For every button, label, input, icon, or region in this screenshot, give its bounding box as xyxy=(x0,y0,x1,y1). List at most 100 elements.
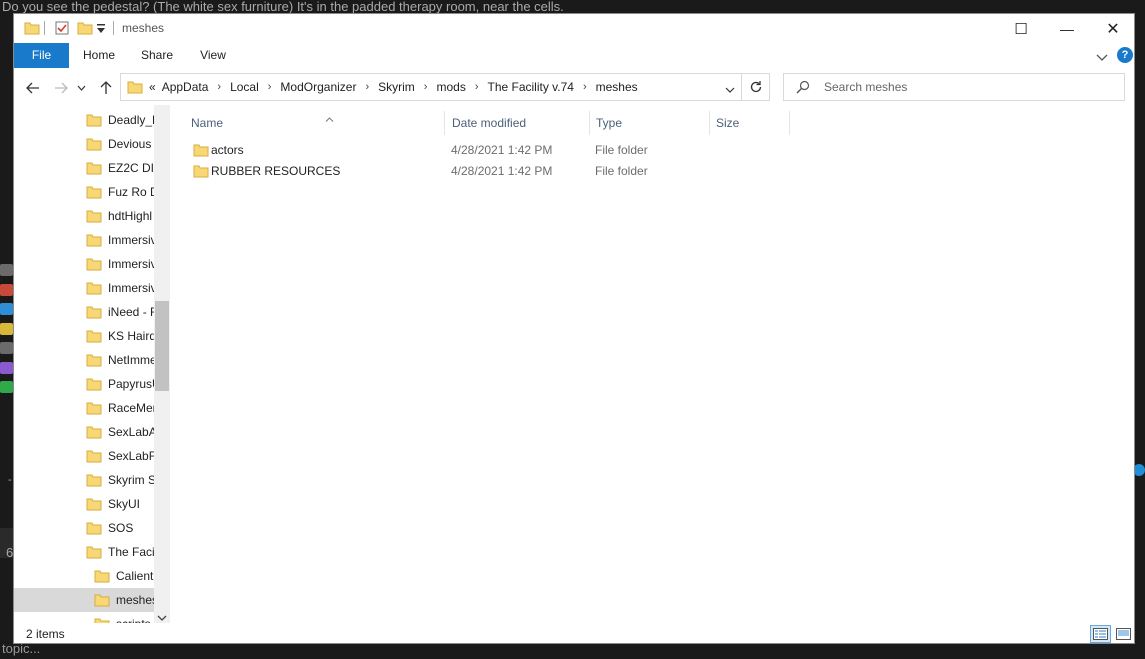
folder-icon xyxy=(86,544,102,560)
nav-folder-item[interactable]: The Facil xyxy=(14,540,154,564)
folder-icon xyxy=(86,400,102,416)
arrow-left-icon[interactable] xyxy=(22,76,44,100)
nav-folder-item[interactable]: SexLabA xyxy=(14,420,154,444)
nav-folder-item[interactable]: scripts xyxy=(14,612,154,623)
column-divider[interactable] xyxy=(444,111,445,135)
help-icon[interactable]: ? xyxy=(1117,47,1133,63)
column-header-type[interactable]: Type xyxy=(596,111,622,135)
nav-folder-label: SexLabA xyxy=(108,425,154,439)
breadcrumb-separator-icon[interactable]: › xyxy=(217,81,221,93)
file-row[interactable]: actors 4/28/2021 1:42 PM File folder xyxy=(193,140,793,161)
folder-icon xyxy=(86,328,102,344)
nav-folder-item[interactable]: Skyrim S xyxy=(14,468,154,492)
folder-icon xyxy=(94,592,110,608)
nav-folder-item[interactable]: SkyUI xyxy=(14,492,154,516)
details-view-button[interactable] xyxy=(1090,625,1111,643)
refresh-icon xyxy=(750,81,761,93)
background-avatar-icon xyxy=(0,303,13,315)
chevron-down-icon[interactable] xyxy=(725,83,735,97)
file-explorer-window: meshes — ✕ ☐ File Home Share View ? « Ap… xyxy=(13,13,1135,644)
breadcrumb-separator-icon[interactable]: › xyxy=(583,81,587,93)
maximize-button[interactable]: ☐ xyxy=(998,14,1044,43)
background-avatar-icon xyxy=(0,381,13,393)
column-header-name[interactable]: Name xyxy=(191,111,223,135)
nav-folder-item[interactable]: Fuz Ro D xyxy=(14,180,154,204)
properties-icon[interactable] xyxy=(54,20,70,41)
scrollbar-thumb[interactable] xyxy=(155,301,169,391)
nav-folder-item[interactable]: Devious xyxy=(14,132,154,156)
file-row[interactable]: RUBBER RESOURCES 4/28/2021 1:42 PM File fo… xyxy=(193,161,793,182)
folder-icon xyxy=(94,568,110,584)
large-icons-view-button[interactable] xyxy=(1113,625,1134,643)
arrow-up-icon[interactable] xyxy=(95,76,117,100)
breadcrumb-item[interactable]: Skyrim xyxy=(378,80,415,94)
search-icon xyxy=(796,80,810,94)
nav-folder-item[interactable]: Immersiv xyxy=(14,276,154,300)
breadcrumb-item[interactable]: meshes xyxy=(596,80,638,94)
breadcrumb-item[interactable]: mods xyxy=(436,80,465,94)
navigation-pane: Deadly_D Devious EZ2C DIA Fuz Ro D hdtHighl I… xyxy=(14,105,170,623)
address-bar[interactable]: « AppData › Local › ModOrganizer › Skyrim › mods… xyxy=(120,73,742,101)
sort-ascending-icon xyxy=(325,109,334,127)
nav-folder-item[interactable]: KS Hairdo xyxy=(14,324,154,348)
tab-share[interactable]: Share xyxy=(132,43,182,68)
breadcrumb-item[interactable]: Local xyxy=(230,80,259,94)
folder-icon xyxy=(86,424,102,440)
breadcrumb-separator-icon[interactable]: › xyxy=(475,81,479,93)
recent-locations-icon[interactable] xyxy=(74,76,88,100)
folder-icon xyxy=(86,376,102,392)
nav-folder-item[interactable]: iNeed - F xyxy=(14,300,154,324)
column-divider[interactable] xyxy=(709,111,710,135)
breadcrumb-item[interactable]: ModOrganizer xyxy=(280,80,356,94)
file-name: actors xyxy=(211,143,244,157)
new-folder-icon[interactable] xyxy=(77,20,93,41)
nav-folder-item[interactable]: Calient xyxy=(14,564,154,588)
folder-icon xyxy=(86,496,102,512)
nav-folder-item[interactable]: Immersiv xyxy=(14,228,154,252)
file-type: File folder xyxy=(595,164,648,178)
scroll-down-icon[interactable] xyxy=(157,615,167,622)
nav-folder-label: EZ2C DIA xyxy=(108,161,154,175)
nav-folder-item[interactable]: NetImme xyxy=(14,348,154,372)
nav-folder-label: Skyrim S xyxy=(108,473,154,487)
folder-icon xyxy=(86,352,102,368)
nav-folder-item[interactable]: meshes xyxy=(14,588,154,612)
nav-folder-label: KS Hairdo xyxy=(108,329,154,343)
background-avatar-icon xyxy=(0,322,13,335)
navigation-scrollbar[interactable] xyxy=(154,105,170,623)
breadcrumb-item[interactable]: AppData xyxy=(162,80,209,94)
nav-folder-item[interactable]: Immersiv xyxy=(14,252,154,276)
tab-view[interactable]: View xyxy=(188,43,238,68)
minimize-button[interactable]: — xyxy=(1044,14,1090,43)
refresh-button[interactable] xyxy=(742,73,770,101)
tab-file[interactable]: File xyxy=(14,43,69,68)
customize-toolbar-icon[interactable] xyxy=(96,22,106,40)
nav-folder-item[interactable]: SexLabFr xyxy=(14,444,154,468)
breadcrumb-item[interactable]: The Facility v.74 xyxy=(487,80,573,94)
nav-folder-label: Fuz Ro D xyxy=(108,185,154,199)
breadcrumb-overflow-button[interactable]: « xyxy=(149,80,156,94)
file-list: Name Date modified Type Size actors 4/28/… xyxy=(179,105,1124,623)
breadcrumb-separator-icon[interactable]: › xyxy=(365,81,369,93)
navigation-bar: « AppData › Local › ModOrganizer › Skyrim › mods… xyxy=(14,71,1134,105)
column-divider[interactable] xyxy=(789,111,790,135)
nav-folder-item[interactable]: PapyrusU xyxy=(14,372,154,396)
breadcrumb-separator-icon[interactable]: › xyxy=(268,81,272,93)
nav-folder-item[interactable]: EZ2C DIA xyxy=(14,156,154,180)
chevron-down-icon[interactable] xyxy=(1096,50,1108,68)
tab-home[interactable]: Home xyxy=(74,43,124,68)
close-button[interactable]: ✕ xyxy=(1090,14,1136,43)
column-header-size[interactable]: Size xyxy=(716,111,739,135)
arrow-right-icon[interactable] xyxy=(50,76,72,100)
nav-folder-label: Calient xyxy=(116,569,154,583)
breadcrumb-separator-icon[interactable]: › xyxy=(424,81,428,93)
nav-folder-item[interactable]: Deadly_D xyxy=(14,108,154,132)
nav-folder-item[interactable]: SOS xyxy=(14,516,154,540)
nav-folder-item[interactable]: RaceMer xyxy=(14,396,154,420)
nav-folder-item[interactable]: hdtHighl xyxy=(14,204,154,228)
nav-folder-label: Immersiv xyxy=(108,281,154,295)
column-divider[interactable] xyxy=(589,111,590,135)
search-input[interactable]: Search meshes xyxy=(783,73,1125,101)
column-header-date-modified[interactable]: Date modified xyxy=(452,111,526,135)
folder-icon xyxy=(193,142,209,163)
